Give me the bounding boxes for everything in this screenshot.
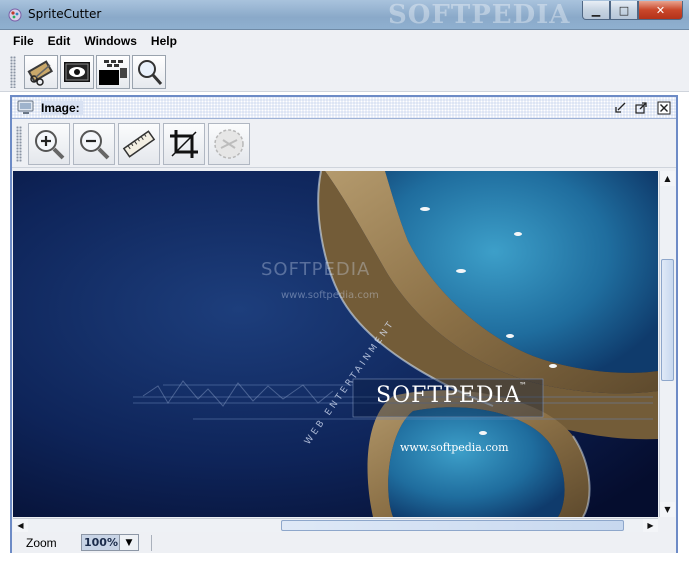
chevron-down-icon[interactable]: ▼ [119,535,138,550]
menu-help[interactable]: Help [144,34,184,48]
preview-button[interactable] [60,55,94,89]
main-toolbar [0,52,689,92]
zoom-out-button[interactable] [73,123,115,165]
maximize-icon: □ [618,3,630,17]
window-titlebar: SpriteCutter SOFTPEDIA ▁ □ ✕ [0,0,689,30]
zoom-dropdown[interactable]: 100% ▼ [81,534,139,551]
image-frame-title: Image: [41,101,83,115]
toolbar-grip[interactable] [10,56,16,88]
zoom-label: Zoom [26,536,57,550]
image-url-text: www.softpedia.com [400,441,509,454]
close-frame-icon [657,101,671,115]
minimize-button[interactable]: ▁ [582,1,610,20]
image-toolbar-grip[interactable] [16,126,22,162]
scroll-left-arrow-icon[interactable]: ◀ [13,519,28,532]
search-button[interactable] [132,55,166,89]
scroll-right-arrow-icon[interactable]: ▶ [643,519,658,532]
crop-icon [170,130,198,158]
film-scissors-icon [27,60,54,86]
window-controls: ▁ □ ✕ [582,1,683,20]
minimize-icon: ▁ [591,3,601,17]
image-trademark: ™ [519,381,527,390]
scroll-up-arrow-icon[interactable]: ▲ [660,171,675,186]
maximize-frame-icon [635,102,647,114]
sprite-sheet-icon [99,60,127,85]
magnifier-icon [138,60,163,85]
maximize-frame-button[interactable] [634,101,648,115]
disabled-cut-icon [214,129,244,159]
film-scissors-button[interactable] [24,55,58,89]
menu-edit[interactable]: Edit [41,34,78,48]
spritecutter-app-icon [8,8,22,22]
zoom-value: 100% [84,536,118,549]
image-frame: Image: SOFTPEDIA www.softpedia.com SOFTP… [10,95,678,553]
horizontal-scroll-thumb[interactable] [281,520,624,531]
status-bar: Zoom 100% ▼ [12,533,676,553]
zoom-in-icon [35,130,65,160]
scroll-down-arrow-icon[interactable]: ▼ [660,502,675,517]
horizontal-scrollbar[interactable]: ◀ ▶ [13,518,658,532]
vertical-scroll-thumb[interactable] [661,259,674,381]
menu-file[interactable]: File [6,34,41,48]
menu-windows[interactable]: Windows [77,34,144,48]
image-toolbar [12,120,676,168]
window-title: SpriteCutter [28,7,102,21]
image-brand-text: SOFTPEDIA [376,383,522,408]
image-watermark-url: www.softpedia.com [281,290,379,301]
close-frame-button[interactable] [657,101,671,115]
crop-button[interactable] [163,123,205,165]
sprite-sheet-button[interactable] [96,55,130,89]
ruler-icon [122,130,156,158]
vertical-scrollbar[interactable]: ▲ ▼ [659,171,675,517]
image-canvas[interactable]: SOFTPEDIA www.softpedia.com SOFTPEDIA ™ … [13,171,658,517]
close-button[interactable]: ✕ [638,1,683,20]
titlebar-watermark: SOFTPEDIA [388,0,571,30]
maximize-button[interactable]: □ [610,1,638,20]
zoom-out-icon [80,130,110,160]
aerial-island-image [13,171,658,517]
menu-bar: File Edit Windows Help [0,30,689,52]
image-frame-titlebar[interactable]: Image: [12,97,676,119]
status-separator [151,535,152,551]
close-icon: ✕ [655,3,666,17]
minimize-frame-icon [615,102,626,113]
zoom-in-button[interactable] [28,123,70,165]
iconify-button[interactable] [613,101,627,115]
measure-button[interactable] [118,123,160,165]
cut-button-disabled[interactable] [208,123,250,165]
eye-preview-icon [64,62,90,82]
monitor-icon [17,100,34,114]
image-watermark-brand: SOFTPEDIA [261,259,371,280]
